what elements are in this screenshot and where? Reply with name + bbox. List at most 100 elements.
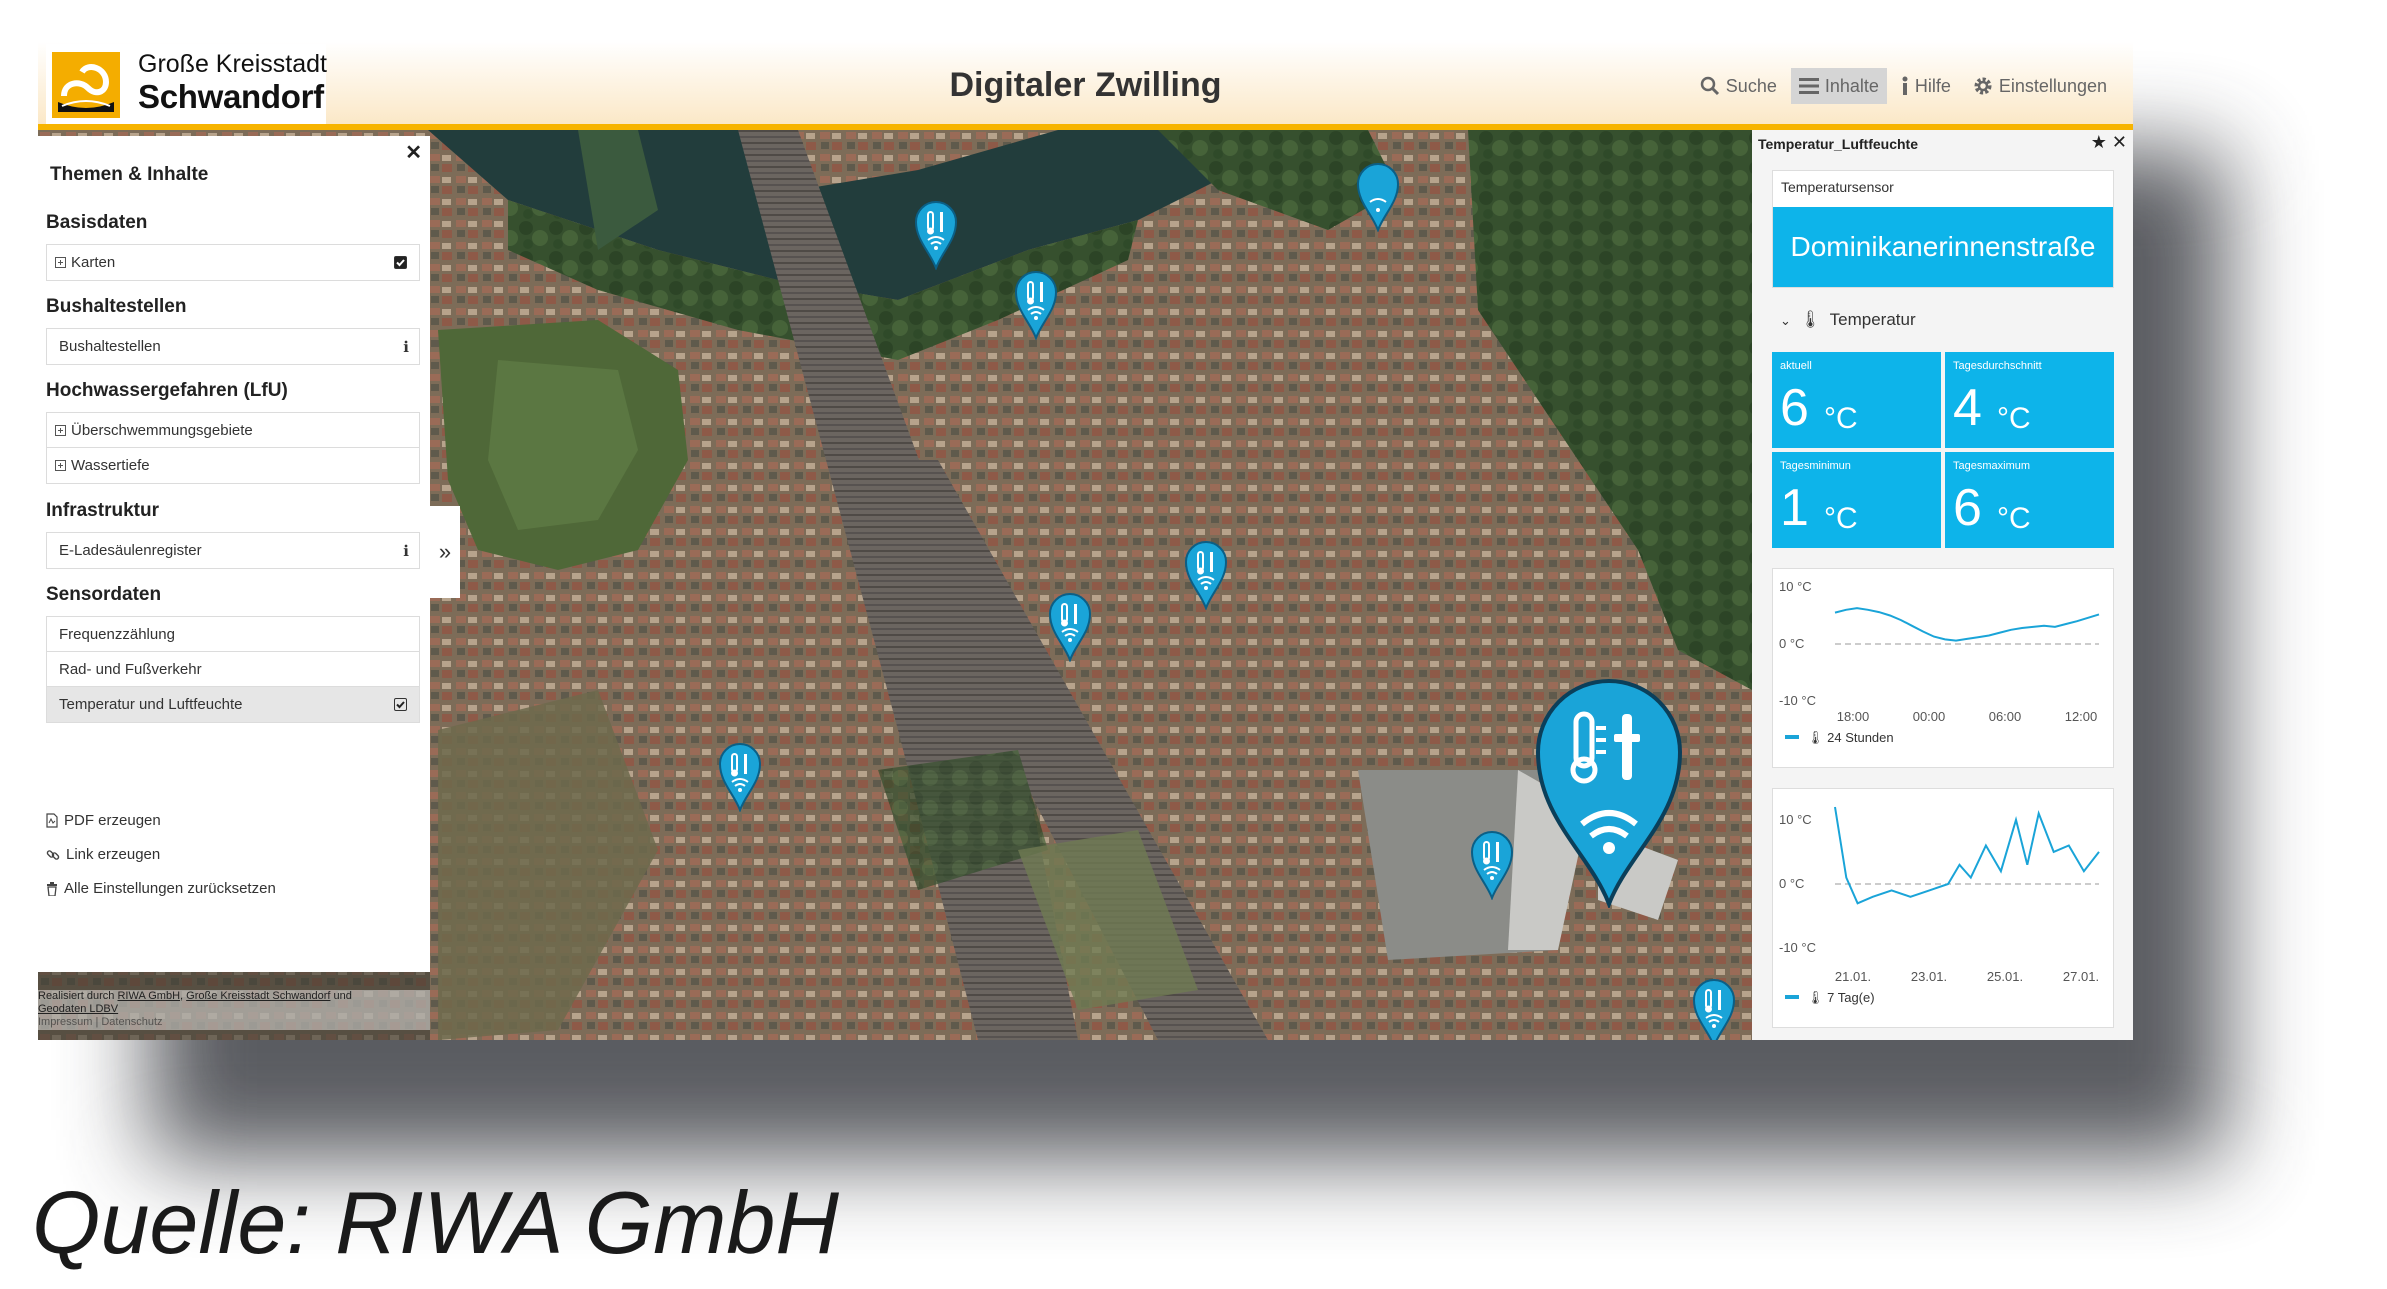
layer-radverkehr[interactable]: Rad- und Fußverkehr <box>47 652 419 687</box>
info-icon[interactable]: ℹ <box>403 338 409 356</box>
reset-action-label: Alle Einstellungen zurücksetzen <box>64 880 276 897</box>
layer-temperatur[interactable]: Temperatur und Luftfeuchte <box>47 687 419 722</box>
layer-label: E-Ladesäulenregister <box>59 542 202 559</box>
sensor-marker[interactable] <box>1470 830 1514 900</box>
series-line <box>1834 607 2100 642</box>
map-attribution: Realisiert durch RIWA GmbH, Große Kreiss… <box>38 990 430 1030</box>
tile-label: aktuell <box>1780 360 1812 372</box>
section-heading-hochwasser: Hochwassergefahren (LfU) <box>46 380 288 401</box>
content-sidebar: ✕ Themen & Inhalte Basisdaten Karten Bus… <box>38 136 430 972</box>
attribution-link-riwa[interactable]: RIWA GmbH <box>117 990 180 1002</box>
tile-tagesminimum: Tagesminimun 1 °C <box>1772 452 1941 548</box>
tile-tagesdurchschnitt: Tagesdurchschnitt 4 °C <box>1945 352 2114 448</box>
sensor-panel: Temperatur_Luftfeuchte ★ ✕ Temperatursen… <box>1752 130 2133 1040</box>
x-tick-label: 21.01. <box>1835 969 1871 984</box>
nav-inhalte[interactable]: Inhalte <box>1790 68 1887 104</box>
tile-unit: °C <box>1997 402 2031 435</box>
selected-sensor-marker[interactable] <box>1534 678 1684 908</box>
layer-label: Karten <box>71 254 116 271</box>
x-tick-label: 06:00 <box>1989 709 2022 724</box>
tile-unit: °C <box>1824 402 1858 435</box>
y-tick-label: 10 °C <box>1779 579 1812 594</box>
chart-7d[interactable]: 10 °C 0 °C -10 °C 21.01. 23.01. 25.01. 27.01. 🌡… <box>1772 788 2114 1028</box>
tile-unit: °C <box>1824 502 1858 535</box>
temperature-section-toggle[interactable]: ⌄ 🌡 Temperatur <box>1780 310 1916 330</box>
nav-search-label: Suche <box>1725 75 1777 96</box>
group-bushaltestellen: Bushaltestellen ℹ <box>46 328 420 365</box>
layer-frequenzzaehlung[interactable]: Frequenzzählung <box>47 617 419 652</box>
attribution-link-city[interactable]: Große Kreisstadt Schwandorf <box>186 990 330 1002</box>
tile-aktuell: aktuell 6 °C <box>1772 352 1941 448</box>
sensor-marker[interactable] <box>1184 540 1228 610</box>
x-tick-label: 00:00 <box>1913 709 1946 724</box>
sidebar-toggle-double-chevron-icon[interactable]: » <box>430 506 460 598</box>
section-heading-sensordaten: Sensordaten <box>46 584 162 605</box>
attribution-prefix: Realisiert durch <box>38 990 115 1002</box>
sensor-marker[interactable] <box>1014 270 1058 340</box>
layer-e-ladesaeulen[interactable]: E-Ladesäulenregister ℹ <box>47 533 419 568</box>
layer-bushaltestellen[interactable]: Bushaltestellen ℹ <box>47 329 419 364</box>
sensor-marker[interactable] <box>1048 592 1092 662</box>
info-icon[interactable]: ℹ <box>403 542 409 560</box>
checkbox-checked-icon[interactable] <box>394 698 407 711</box>
expand-icon[interactable] <box>55 424 66 436</box>
series-line <box>1834 806 2100 905</box>
star-icon[interactable]: ★ <box>2091 132 2107 152</box>
layer-label: Überschwemmungsgebiete <box>71 421 253 439</box>
panel-controls: ★ ✕ <box>2091 132 2127 153</box>
tile-label: Tagesdurchschnitt <box>1953 360 2042 372</box>
tile-tagesmaximum: Tagesmaximum 6 °C <box>1945 452 2114 548</box>
sensor-marker[interactable] <box>1356 162 1400 232</box>
nav-hilfe-label: Hilfe <box>1914 75 1951 96</box>
y-tick-label: -10 °C <box>1779 693 1816 708</box>
chart-7d-plot: 10 °C 0 °C -10 °C 21.01. 23.01. 25.01. 27.01. 🌡… <box>1779 806 2100 1005</box>
close-icon[interactable]: ✕ <box>405 140 422 165</box>
tile-label: Tagesminimun <box>1780 460 1851 472</box>
sensor-type-label: Temperatursensor <box>1781 179 1894 195</box>
tile-value: 4 <box>1953 379 1982 437</box>
file-pdf-icon <box>46 813 58 828</box>
sensor-marker[interactable] <box>718 742 762 812</box>
layer-wassertiefe[interactable]: Wassertiefe <box>47 448 419 483</box>
temperature-section-label: Temperatur <box>1829 310 1916 329</box>
expand-icon[interactable] <box>55 257 66 268</box>
y-tick-label: 10 °C <box>1779 812 1812 827</box>
top-nav: Suche Inhalte Hilfe Einstellungen <box>1686 68 2115 104</box>
layer-karten[interactable]: Karten <box>47 245 419 280</box>
attribution-imprint[interactable]: Impressum | Datenschutz <box>38 1016 163 1028</box>
x-tick-label: 25.01. <box>1987 969 2023 984</box>
image-caption: Quelle: RIWA GmbH <box>32 1173 839 1272</box>
link-icon <box>46 849 60 860</box>
panel-title: Temperatur_Luftfeuchte <box>1758 136 1918 152</box>
link-action[interactable]: Link erzeugen <box>46 846 160 863</box>
nav-einstellungen-label: Einstellungen <box>1998 75 2107 96</box>
section-heading-infrastruktur: Infrastruktur <box>46 500 159 521</box>
group-hochwasser: Überschwemmungsgebiete Wassertiefe <box>46 412 420 484</box>
checkbox-checked-icon[interactable] <box>394 256 407 269</box>
pdf-action[interactable]: PDF erzeugen <box>46 812 161 829</box>
chart-24h[interactable]: 10 °C 0 °C -10 °C 18:00 00:00 06:00 12:00 🌡 24 … <box>1772 568 2114 768</box>
layer-label: Frequenzzählung <box>59 625 175 643</box>
menu-icon <box>1798 78 1819 94</box>
close-icon[interactable]: ✕ <box>2112 132 2127 152</box>
nav-einstellungen[interactable]: Einstellungen <box>1965 68 2115 104</box>
y-tick-label: 0 °C <box>1779 876 1804 891</box>
attribution-link-ldbv[interactable]: Geodaten LDBV <box>38 1003 118 1015</box>
x-tick-label: 18:00 <box>1837 709 1870 724</box>
x-tick-label: 12:00 <box>2065 709 2098 724</box>
reset-action[interactable]: Alle Einstellungen zurücksetzen <box>46 880 276 897</box>
legend-swatch <box>1785 995 1799 999</box>
sensor-marker[interactable] <box>914 200 958 270</box>
pdf-action-label: PDF erzeugen <box>64 812 161 829</box>
info-icon <box>1902 76 1908 95</box>
section-heading-basisdaten: Basisdaten <box>46 212 148 233</box>
tile-value: 6 <box>1953 479 1982 537</box>
sidebar-title: Themen & Inhalte <box>50 164 209 185</box>
nav-search[interactable]: Suche <box>1692 68 1785 104</box>
expand-icon[interactable] <box>55 460 66 471</box>
sensor-marker[interactable] <box>1692 978 1736 1040</box>
layer-label: Bushaltestellen <box>59 338 161 355</box>
layer-ueberschwemmungsgebiete[interactable]: Überschwemmungsgebiete <box>47 413 419 448</box>
nav-hilfe[interactable]: Hilfe <box>1893 68 1959 104</box>
tile-value: 1 <box>1780 479 1809 537</box>
